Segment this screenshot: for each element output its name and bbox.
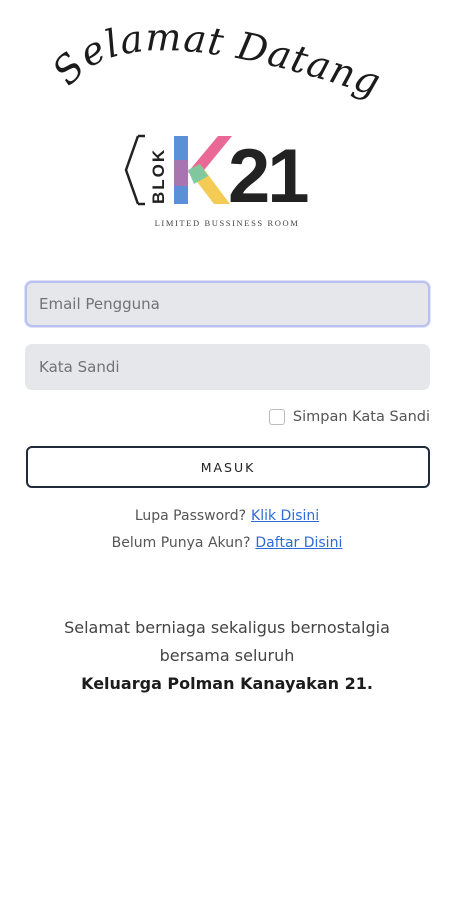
- logo-brand-number: 21: [228, 134, 308, 210]
- logo-chevron-icon: [124, 135, 140, 205]
- register-row: Belum Punya Akun? Daftar Disini: [0, 535, 454, 551]
- forgot-password-row: Lupa Password? Klik Disini: [0, 508, 454, 524]
- remember-password-checkbox[interactable]: [268, 409, 285, 425]
- footer-message-line-3: Keluarga Polman Kanayakan 21.: [81, 674, 373, 693]
- welcome-text: Selamat Datang: [44, 18, 387, 105]
- welcome-title: Selamat Datang: [44, 18, 387, 105]
- blok-k21-logo: BLOK 21: [124, 134, 311, 210]
- footer-message-line-2: bersama seluruh: [159, 646, 295, 665]
- remember-password-label[interactable]: Simpan Kata Sandi: [293, 409, 430, 425]
- forgot-password-prompt: Lupa Password?: [134, 508, 247, 524]
- logo-brand-vertical: BLOK: [149, 148, 168, 204]
- footer-message-line-1: Selamat berniaga sekaligus bernostalgia: [64, 618, 390, 637]
- register-prompt: Belum Punya Akun?: [111, 535, 251, 551]
- logo-tagline: LIMITED BUSSINESS ROOM: [154, 218, 300, 228]
- logo-k-mark: [174, 136, 232, 204]
- forgot-password-link[interactable]: Klik Disini: [251, 508, 319, 524]
- register-link[interactable]: Daftar Disini: [255, 535, 342, 551]
- email-field[interactable]: [25, 281, 430, 327]
- remember-password-row[interactable]: Simpan Kata Sandi: [268, 407, 430, 427]
- login-screen: Selamat Datang BLOK 21 LIMITED BUSSINESS…: [0, 0, 454, 900]
- login-button[interactable]: MASUK: [26, 446, 430, 488]
- password-field[interactable]: [25, 344, 430, 390]
